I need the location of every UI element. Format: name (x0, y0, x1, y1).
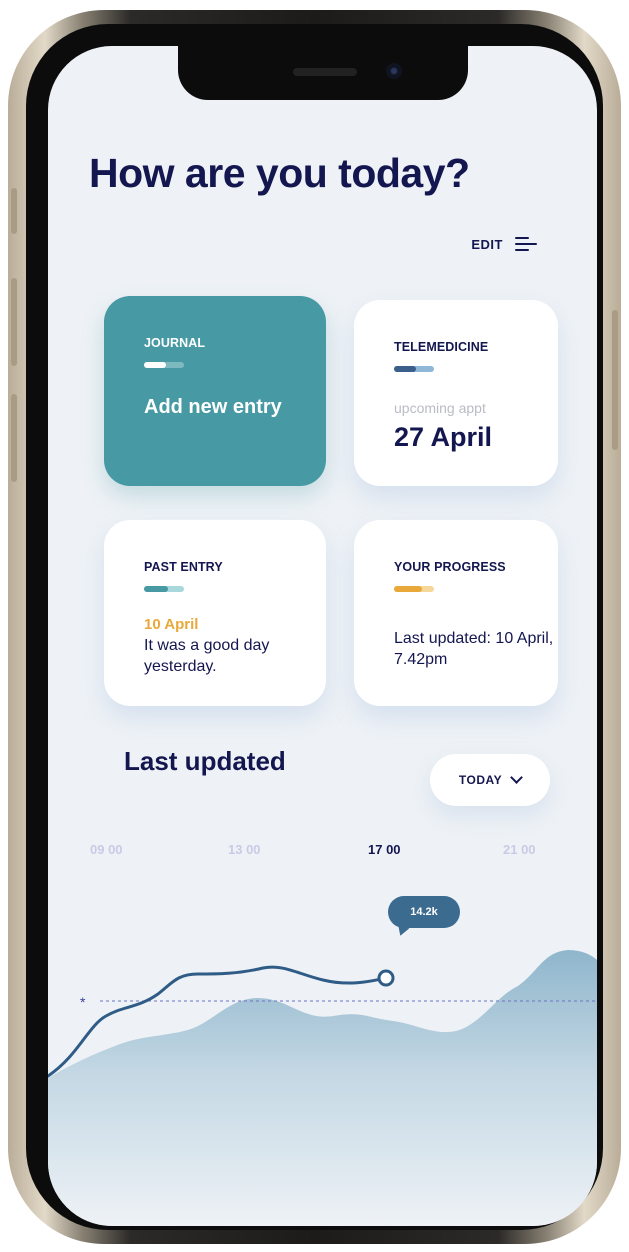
range-label: TODAY (458, 773, 503, 787)
past-entry-progress-bar (144, 586, 184, 592)
range-dropdown[interactable]: TODAY (430, 754, 550, 806)
your-progress-title: YOUR PROGRESS (394, 560, 506, 574)
upcoming-appt-label: upcoming appt (394, 400, 486, 416)
activity-chart: * (48, 950, 597, 1226)
phone-frame: How are you today? EDIT JOURNAL Add new … (8, 10, 621, 1244)
past-entry-card[interactable]: PAST ENTRY 10 April It was a good day ye… (104, 520, 326, 706)
notch (178, 46, 468, 100)
time-label-1300: 13 00 (228, 842, 261, 857)
app-screen: How are you today? EDIT JOURNAL Add new … (48, 46, 597, 1226)
goal-star: * (80, 994, 86, 1010)
front-camera-icon (386, 63, 402, 79)
appointment-date: 27 April (394, 422, 493, 452)
time-label-0900: 09 00 (90, 842, 123, 857)
menu-lines-icon (515, 236, 537, 252)
your-progress-bar (394, 586, 434, 592)
activity-area (48, 950, 597, 1226)
past-entry-text: It was a good day yesterday. (144, 637, 270, 675)
page-title: How are you today? (89, 150, 470, 196)
time-label-2100: 21 00 (503, 842, 536, 857)
edit-button[interactable]: EDIT (471, 236, 537, 252)
value-tooltip: 14.2k (388, 896, 460, 928)
time-label-1700: 17 00 (368, 842, 401, 857)
volume-up-button (11, 278, 17, 366)
add-entry-label: Add new entry (144, 396, 282, 418)
telemedicine-card[interactable]: TELEMEDICINE upcoming appt 27 April (354, 300, 558, 486)
mute-switch (11, 188, 17, 234)
section-title: Last updated (124, 746, 286, 776)
speaker (293, 68, 357, 76)
power-button (612, 310, 618, 450)
telemedicine-progress-bar (394, 366, 434, 372)
journal-progress-bar (144, 362, 184, 368)
last-updated-text: Last updated: 10 April, 7.42pm (394, 630, 554, 668)
volume-down-button (11, 394, 17, 482)
telemedicine-title: TELEMEDICINE (394, 340, 489, 354)
chevron-down-icon (510, 771, 523, 784)
past-entry-title: PAST ENTRY (144, 560, 223, 574)
journal-title: JOURNAL (144, 336, 206, 350)
journal-card[interactable]: JOURNAL Add new entry (104, 296, 326, 486)
past-entry-date: 10 April (144, 616, 199, 633)
your-progress-card[interactable]: YOUR PROGRESS Last updated: 10 April, 7.… (354, 520, 558, 706)
edit-label: EDIT (471, 236, 503, 252)
active-point (377, 969, 395, 987)
